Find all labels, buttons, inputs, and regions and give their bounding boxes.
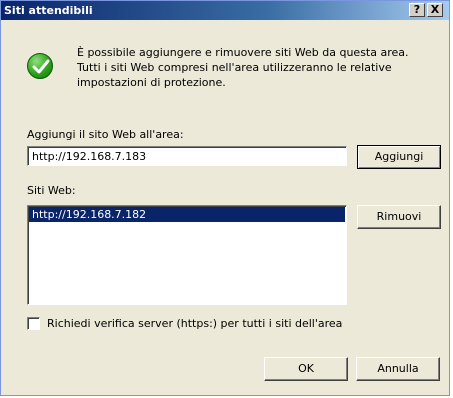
list-item[interactable]: http://192.168.7.182 xyxy=(29,207,345,222)
close-button[interactable]: X xyxy=(427,3,443,17)
window-title: Siti attendibili xyxy=(4,4,93,17)
sites-list[interactable]: http://192.168.7.182 xyxy=(27,205,347,305)
ok-button[interactable]: OK xyxy=(264,357,348,381)
help-button[interactable]: ? xyxy=(409,3,425,17)
https-checkbox[interactable] xyxy=(27,317,40,330)
cancel-button[interactable]: Annulla xyxy=(356,357,440,381)
info-text: È possibile aggiungere e rimuovere siti … xyxy=(77,45,437,90)
info-line: Tutti i siti Web compresi nell'area util… xyxy=(77,61,392,74)
add-button[interactable]: Aggiungi xyxy=(357,145,441,169)
add-site-input[interactable] xyxy=(27,146,347,166)
trusted-sites-dialog: Siti attendibili ? X È possibile aggiung… xyxy=(0,0,450,396)
info-line: È possibile aggiungere e rimuovere siti … xyxy=(77,46,409,59)
title-bar[interactable]: Siti attendibili ? X xyxy=(1,1,449,20)
remove-button[interactable]: Rimuovi xyxy=(357,205,441,229)
info-line: impostazioni di protezione. xyxy=(77,76,226,89)
https-checkbox-label[interactable]: Richiedi verifica server (https:) per tu… xyxy=(47,317,342,330)
sites-label: Siti Web: xyxy=(27,184,76,197)
checkmark-icon xyxy=(27,53,53,79)
add-site-label: Aggiungi il sito Web all'area: xyxy=(27,128,184,141)
